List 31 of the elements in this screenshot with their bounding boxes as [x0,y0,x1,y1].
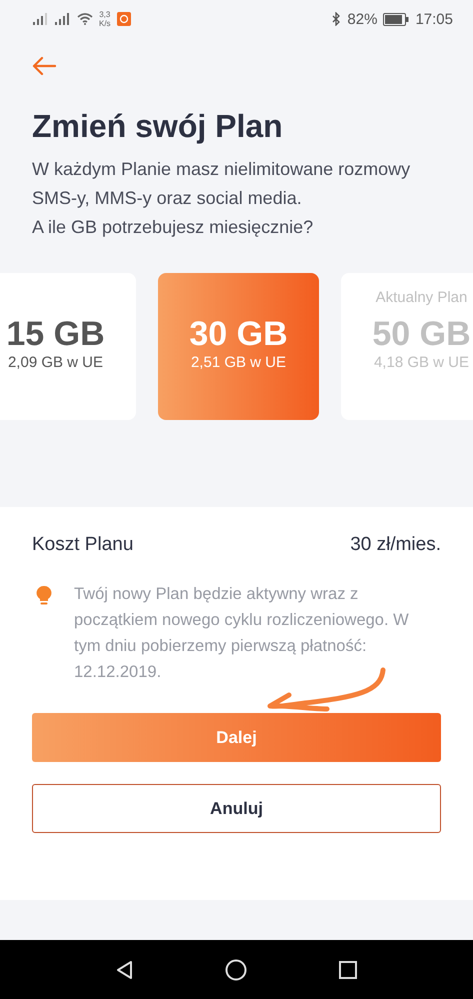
clock: 17:05 [415,10,453,28]
plan-data-amount: 15 GB [6,315,105,353]
cost-value: 30 zł/mies. [350,533,441,557]
app-notification-icon [116,12,131,26]
battery-icon [383,12,410,26]
page-description: A ile GB potrzebujesz miesięcznie? [32,216,314,239]
network-speed: 3,3 K/s [99,10,111,28]
plan-card[interactable]: 15 GB 2,09 GB w UE [0,273,136,420]
plan-label: Aktualny Plan [376,288,468,308]
battery-percent: 82% [347,10,378,28]
plan-data-amount: 30 GB [189,315,288,353]
lightbulb-icon [36,585,52,607]
signal-icon [55,13,71,25]
bluetooth-icon [332,12,342,26]
plan-card[interactable]: Aktualny Plan 50 GB 4,18 GB w UE [341,273,473,420]
next-button[interactable]: Dalej [32,713,441,762]
cancel-button[interactable]: Anuluj [32,784,441,833]
back-arrow-icon[interactable] [32,56,56,76]
info-text: Twój nowy Plan będzie aktywny wraz z początkiem nowego cyklu rozliczeniowego. W tym dniu pobierzemy pierwszą płatność: 12.12.2019. [74,584,410,683]
recent-apps-icon[interactable] [338,960,358,980]
plan-card[interactable]: 30 GB 2,51 GB w UE [158,273,319,420]
signal-icon [33,13,49,25]
wifi-icon [77,13,93,25]
page-description: W każdym Planie masz nielimitowane rozmowy SMS-y, MMS-y oraz social media. [32,158,412,210]
plan-eu-data: 2,51 GB w UE [190,353,286,373]
plan-data-amount: 50 GB [372,315,471,353]
page-title: Zmień swój Plan [32,107,284,146]
plan-eu-data: 2,09 GB w UE [8,353,104,373]
plan-eu-data: 4,18 GB w UE [374,353,470,373]
cost-label: Koszt Planu [32,533,134,557]
home-icon[interactable] [225,958,248,980]
